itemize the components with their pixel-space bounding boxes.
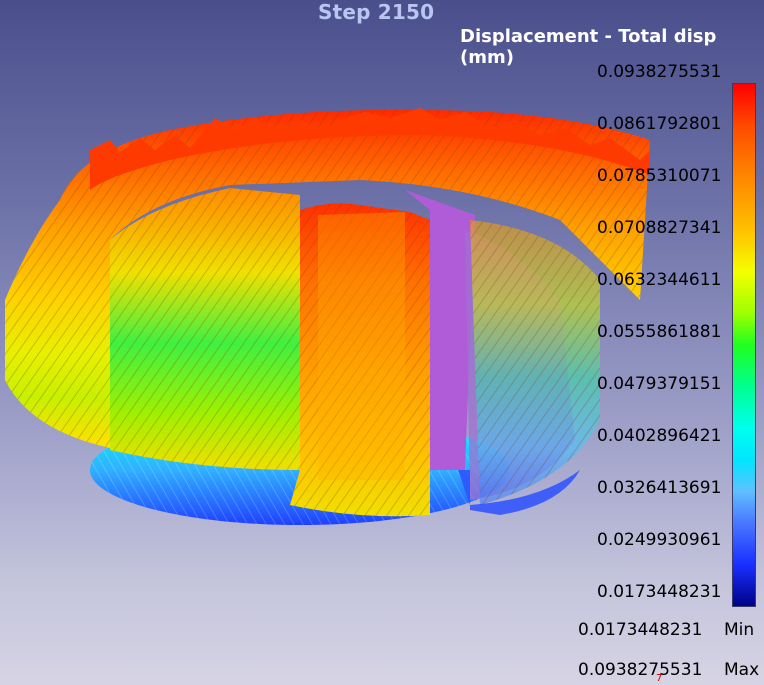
colorbar-tick: 0.0173448231: [597, 582, 722, 602]
max-value: 0.0938275531: [578, 660, 703, 680]
max-label: Max: [724, 660, 760, 680]
colorbar-tick: 0.0402896421: [597, 426, 722, 446]
colorbar-tick: 0.0938275531: [597, 62, 722, 82]
colorbar-tick: 0.0632344611: [597, 270, 722, 290]
colorbar-tick: 0.0785310071: [597, 166, 722, 186]
step-title: Step 2150: [318, 0, 435, 24]
min-label: Min: [724, 620, 755, 640]
colorbar-tick: 0.0249930961: [597, 530, 722, 550]
axis-marker: 7: [656, 673, 663, 684]
colorbar-tick: 0.0708827341: [597, 218, 722, 238]
color-scale-bar: [732, 83, 756, 607]
min-value: 0.0173448231: [578, 620, 703, 640]
colorbar-tick: 0.0861792801: [597, 114, 722, 134]
colorbar-tick: 0.0479379151: [597, 374, 722, 394]
colorbar-tick: 0.0326413691: [597, 478, 722, 498]
colorbar-tick: 0.0555861881: [597, 322, 722, 342]
